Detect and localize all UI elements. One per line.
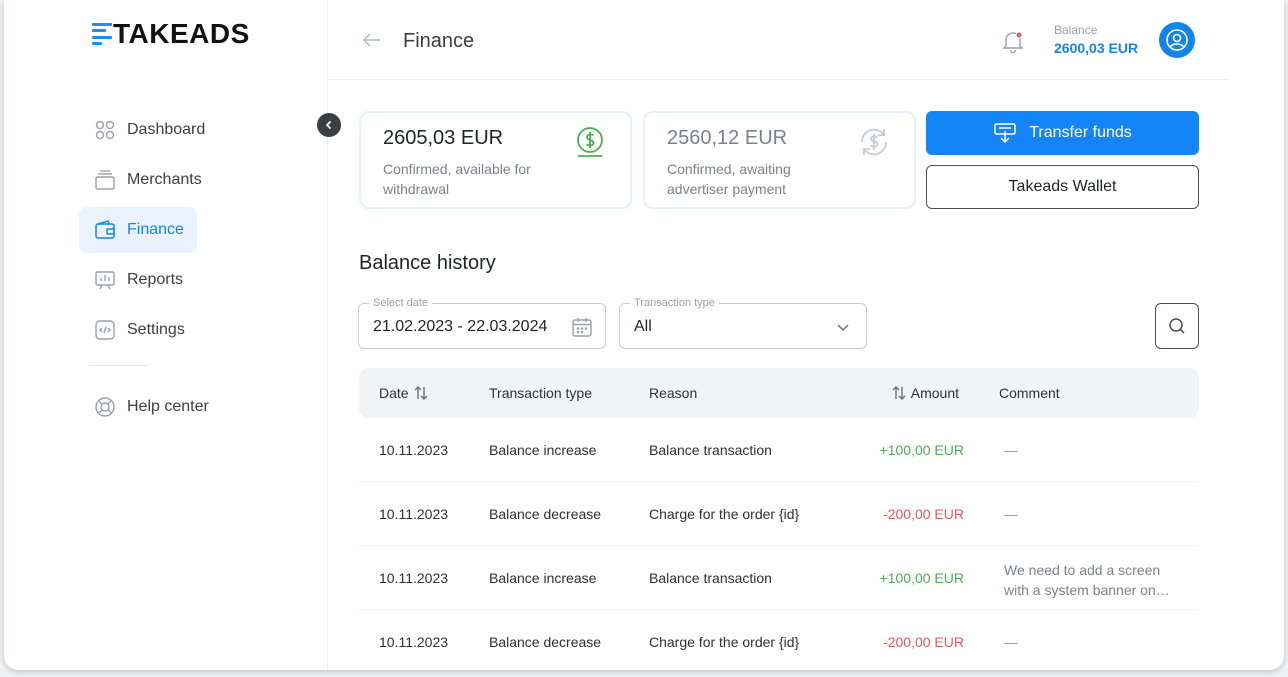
cell-type: Balance increase [489,570,597,586]
cell-reason: Balance transaction [649,570,772,586]
sidebar-item-finance[interactable]: Finance [79,207,197,253]
wallet-icon [94,219,116,241]
takeads-logo[interactable]: TAKEADS [92,18,250,49]
cell-date: 10.11.2023 [379,442,449,458]
table-row[interactable]: 10.11.2023 Balance increase Balance tran… [359,418,1199,482]
bell-icon[interactable] [1000,28,1026,54]
column-date[interactable]: Date [379,385,433,401]
cell-date: 10.11.2023 [379,634,449,650]
logo-mark-icon [92,23,112,45]
dollar-coin-icon [573,125,607,159]
app-window: TAKEADS Dashboard Merchants Finance Repo… [4,0,1284,670]
cell-amount: -200,00 EUR [883,634,964,650]
cell-date: 10.11.2023 [379,570,449,586]
sidebar-item-settings[interactable]: Settings [79,307,279,353]
cell-type: Balance increase [489,442,597,458]
transaction-type-select[interactable]: Transaction type All [619,297,867,349]
table-header: Date Transaction type Reason Amount Comm… [359,368,1199,418]
dollar-refresh-icon [857,125,891,159]
stack-icon [94,169,116,191]
balance-value: 2600,03 EUR [1054,40,1139,56]
chart-board-icon [94,269,116,291]
takeads-wallet-label: Takeads Wallet [1008,178,1117,195]
column-comment: Comment [999,385,1060,401]
user-icon [1166,29,1188,51]
sidebar-item-dashboard[interactable]: Dashboard [79,107,279,153]
transaction-type-label: Transaction type [630,297,719,309]
page-title: Finance [403,30,475,52]
transfer-icon [993,122,1017,144]
cell-comment: — [1004,442,1018,458]
sort-icon[interactable] [413,385,429,401]
cell-reason: Balance transaction [649,442,772,458]
sidebar-nav: Dashboard Merchants Finance Reports Sett… [79,107,279,434]
cell-comment: We need to add a screen with a system ba… [1004,562,1170,598]
transfer-funds-button[interactable]: Transfer funds [926,111,1199,155]
transfer-funds-label: Transfer funds [1029,124,1132,141]
sidebar-divider [89,365,149,366]
cell-reason: Charge for the order {id} [649,634,800,650]
cell-type: Balance decrease [489,634,602,650]
cell-comment: — [1004,634,1018,650]
sidebar-item-reports[interactable]: Reports [79,257,279,303]
cell-amount: +100,00 EUR [879,442,964,458]
column-date-label: Date [379,385,409,401]
cell-date: 10.11.2023 [379,506,449,522]
sidebar-item-label: Finance [127,221,184,238]
sidebar-item-label: Dashboard [127,121,206,138]
cell-reason: Charge for the order {id} [649,506,800,522]
column-amount[interactable]: Amount [887,385,959,401]
available-balance-card: 2605,03 EUR Confirmed, available for wit… [359,111,632,209]
date-range-field[interactable]: Select date 21.02.2023 - 22.03.2024 [358,297,606,349]
grid-circles-icon [94,119,116,141]
sidebar-item-label: Merchants [127,171,202,188]
table-row[interactable]: 10.11.2023 Balance decrease Charge for t… [359,482,1199,546]
page-header: Finance Balance 2600,03 EUR [328,0,1230,80]
sidebar: TAKEADS Dashboard Merchants Finance Repo… [4,0,328,670]
code-window-icon [94,319,116,341]
balance-summary: Balance 2600,03 EUR [1054,23,1138,56]
calendar-icon [571,316,593,338]
balance-label: Balance [1054,23,1098,37]
transaction-type-value: All [634,318,652,335]
chevron-down-icon [832,316,854,338]
balance-history-title: Balance history [359,252,496,274]
lifebuoy-icon [94,396,116,418]
available-description: Confirmed, available for withdrawal [383,161,531,197]
collapse-sidebar-button[interactable] [317,113,341,137]
available-amount: 2605,03 EUR [383,127,504,149]
date-range-label: Select date [369,297,433,309]
logo-text: TAKEADS [113,18,250,49]
avatar[interactable] [1159,22,1195,58]
balance-history-table: Date Transaction type Reason Amount Comm… [359,368,1199,670]
cell-amount: -200,00 EUR [883,506,964,522]
awaiting-amount: 2560,12 EUR [667,127,788,149]
column-amount-label: Amount [910,385,959,401]
sidebar-item-label: Settings [127,321,185,338]
sidebar-item-merchants[interactable]: Merchants [79,157,279,203]
chevron-left-icon [325,120,332,130]
takeads-wallet-button[interactable]: Takeads Wallet [926,165,1199,209]
table-row[interactable]: 10.11.2023 Balance increase Balance tran… [359,546,1199,610]
column-reason: Reason [649,385,698,401]
back-arrow-icon[interactable] [360,28,384,52]
awaiting-balance-card: 2560,12 EUR Confirmed, awaiting advertis… [643,111,916,209]
sidebar-item-help-center[interactable]: Help center [79,384,279,430]
cell-comment: — [1004,506,1018,522]
cell-type: Balance decrease [489,506,602,522]
sidebar-item-label: Reports [127,271,184,288]
sort-icon[interactable] [891,385,907,401]
column-transaction-type: Transaction type [489,385,592,401]
date-range-value: 21.02.2023 - 22.03.2024 [373,318,548,335]
cell-amount: +100,00 EUR [879,570,964,586]
search-button[interactable] [1155,303,1199,349]
awaiting-description: Confirmed, awaiting advertiser payment [667,161,791,197]
table-row[interactable]: 10.11.2023 Balance decrease Charge for t… [359,610,1199,670]
search-icon [1169,318,1185,334]
sidebar-item-label: Help center [127,398,209,415]
